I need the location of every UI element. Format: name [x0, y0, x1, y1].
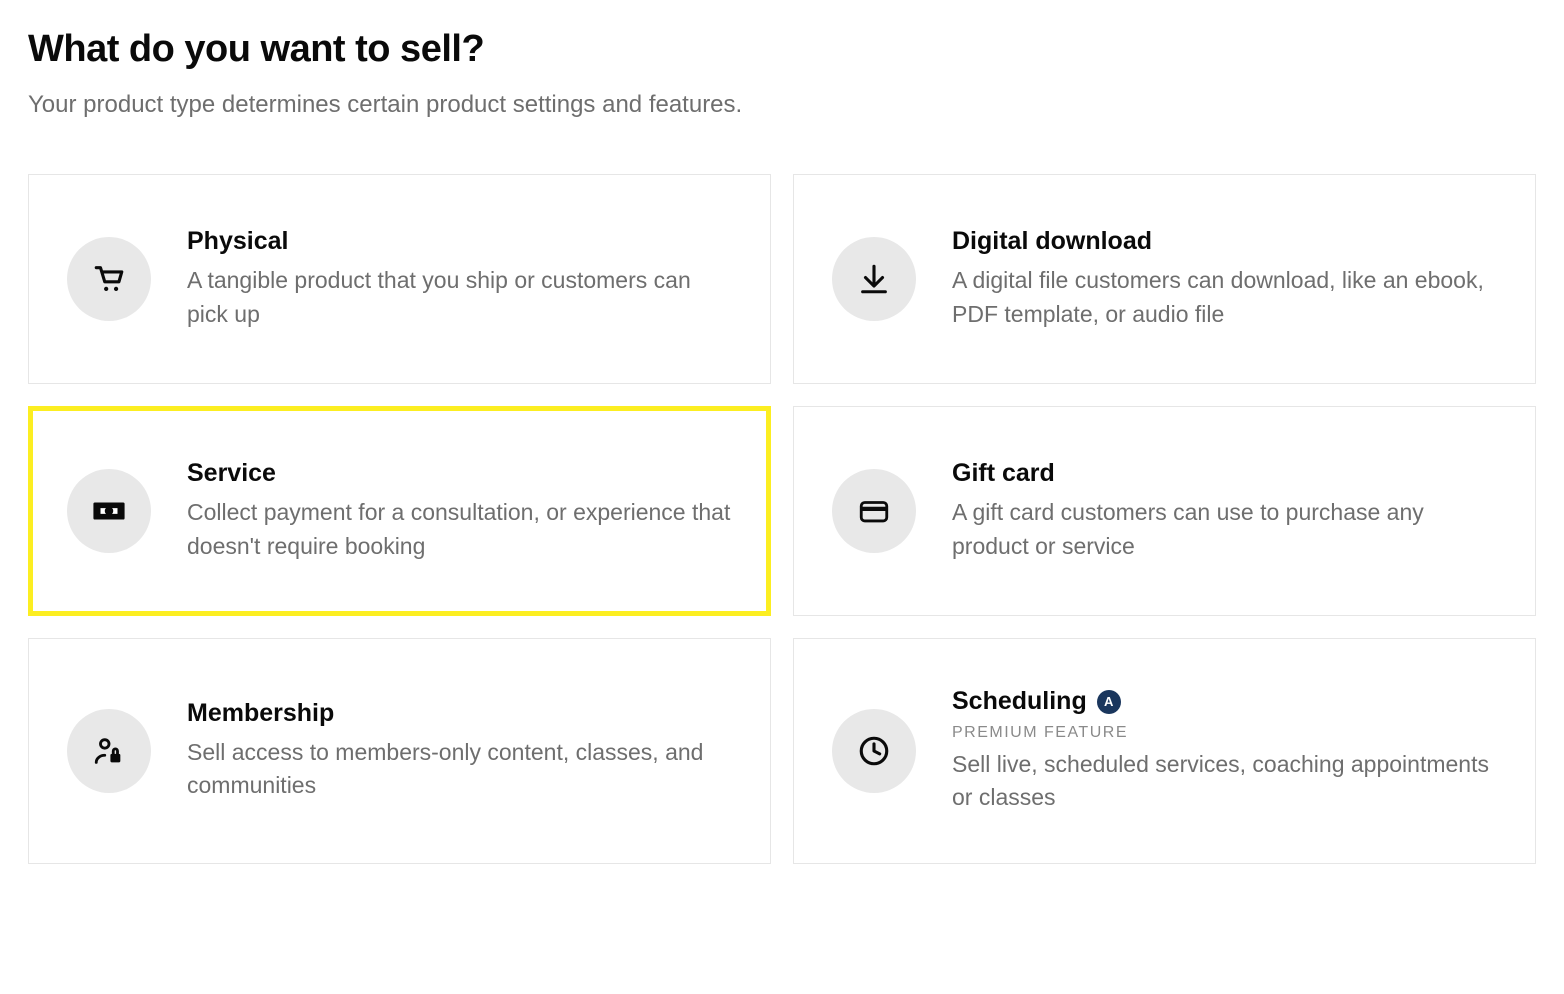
option-title: Membership [187, 699, 334, 728]
money-icon [67, 469, 151, 553]
download-icon [832, 237, 916, 321]
option-membership[interactable]: Membership Sell access to members-only c… [28, 638, 771, 864]
option-gift-card[interactable]: Gift card A gift card customers can use … [793, 406, 1536, 616]
option-desc: A digital file customers can download, l… [952, 264, 1497, 331]
option-desc: A gift card customers can use to purchas… [952, 496, 1497, 563]
card-icon [832, 469, 916, 553]
option-service[interactable]: Service Collect payment for a consultati… [28, 406, 771, 616]
option-title: Physical [187, 227, 288, 256]
option-desc: Collect payment for a consultation, or e… [187, 496, 732, 563]
option-desc: Sell access to members-only content, cla… [187, 736, 732, 803]
option-title: Scheduling [952, 687, 1087, 716]
product-type-grid: Physical A tangible product that you shi… [28, 174, 1536, 864]
option-digital-download[interactable]: Digital download A digital file customer… [793, 174, 1536, 384]
option-title: Digital download [952, 227, 1152, 256]
person-lock-icon [67, 709, 151, 793]
page-subtitle: Your product type determines certain pro… [28, 91, 1536, 119]
option-title: Gift card [952, 459, 1055, 488]
premium-feature-label: PREMIUM FEATURE [952, 724, 1497, 742]
option-desc: A tangible product that you ship or cust… [187, 264, 732, 331]
option-title: Service [187, 459, 276, 488]
option-desc: Sell live, scheduled services, coaching … [952, 748, 1497, 815]
cart-icon [67, 237, 151, 321]
page-title: What do you want to sell? [28, 28, 1536, 71]
option-scheduling[interactable]: Scheduling A PREMIUM FEATURE Sell live, … [793, 638, 1536, 864]
premium-badge-icon: A [1097, 690, 1121, 714]
clock-icon [832, 709, 916, 793]
option-physical[interactable]: Physical A tangible product that you shi… [28, 174, 771, 384]
